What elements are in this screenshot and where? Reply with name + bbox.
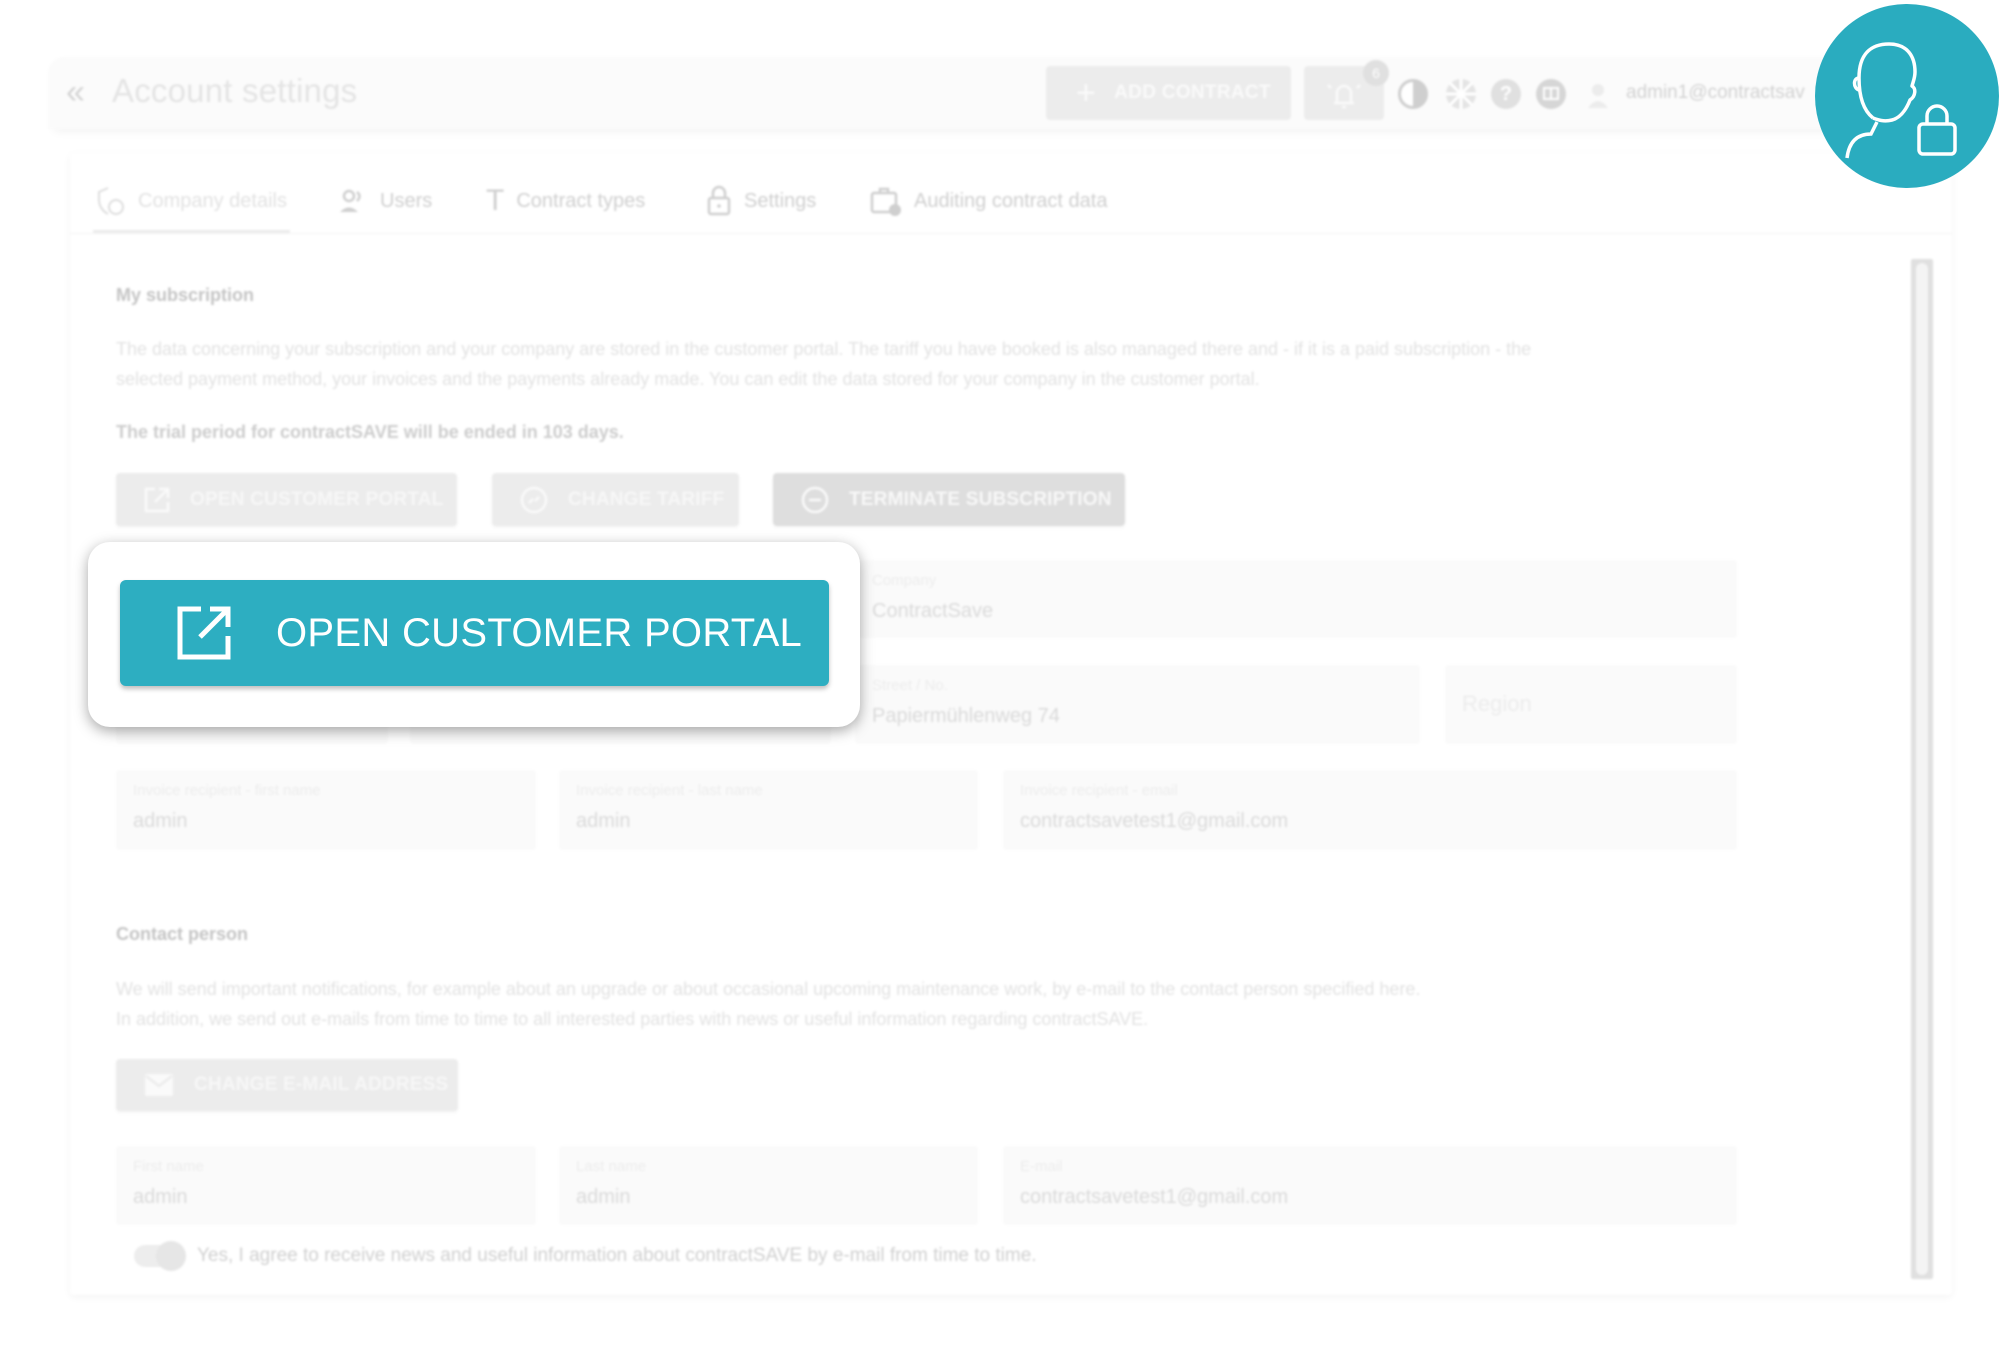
invoice-last-name-field[interactable]: Invoice recipient - last name admin [559,770,978,850]
manual-book-icon[interactable] [1536,79,1566,109]
terminate-subscription-button[interactable]: TERMINATE SUBSCRIPTION [773,473,1125,526]
field-label: E-mail [1020,1158,1063,1175]
tab-label: Contract types [516,189,646,212]
button-label: CHANGE TARIFF [568,488,725,510]
contrast-icon[interactable] [1398,79,1428,109]
change-tariff-button[interactable]: CHANGE TARIFF [492,473,739,526]
tab-label: Users [380,189,433,212]
field-placeholder: Region [1462,691,1532,716]
minus-circle-icon [801,486,829,513]
subscription-description-line1: The data concerning your subscription an… [116,339,1532,359]
field-label: Street / No. [872,677,948,694]
open-customer-portal-highlight-button[interactable]: OPEN CUSTOMER PORTAL [120,580,829,686]
field-label: First name [133,1158,204,1175]
briefcase-clock-icon [870,187,901,216]
button-label: OPEN CUSTOMER PORTAL [276,610,803,655]
button-label: CHANGE E-MAIL ADDRESS [194,1074,449,1095]
user-email[interactable]: admin1@contractsav [1626,82,1805,104]
field-label: Invoice recipient - first name [133,782,321,799]
user-avatar-icon[interactable] [1585,80,1615,110]
language-flag-icon[interactable] [1446,79,1476,109]
shield-icon [98,187,124,215]
contact-email-field[interactable]: E-mail contractsavetest1@gmail.com [1003,1146,1737,1225]
user-lock-badge [1815,4,1999,188]
external-link-icon [177,606,231,660]
tabs-divider [70,233,1952,234]
field-value: Papiermühlenweg 74 [872,705,1060,727]
company-field[interactable]: Company ContractSave [855,560,1737,638]
tab-label: Settings [744,189,817,212]
add-contract-label: ADD CONTRACT [1114,82,1271,103]
text-t-icon: T [486,184,505,217]
external-link-icon [144,487,170,512]
field-label: Company [872,572,937,589]
field-value: admin [133,810,188,832]
field-value: contractsavetest1@gmail.com [1020,810,1289,832]
open-customer-portal-button[interactable]: OPEN CUSTOMER PORTAL [116,473,457,526]
tab-company-details[interactable]: Company details [96,184,287,218]
tab-users[interactable]: Users [338,184,432,218]
toggle-knob [156,1241,186,1271]
scrollbar-thumb[interactable] [1916,263,1928,1275]
page-title: Account settings [112,72,358,109]
user-lock-icon [1845,42,1957,159]
help-icon[interactable]: ? [1491,79,1521,109]
users-icon [340,189,361,212]
field-value: ContractSave [872,600,994,622]
tab-auditing-contract-data[interactable]: Auditing contract data [870,184,1107,218]
plus-icon: + [1076,74,1097,112]
invoice-first-name-field[interactable]: Invoice recipient - first name admin [116,770,536,850]
invoice-email-field[interactable]: Invoice recipient - email contractsavete… [1003,770,1737,850]
swap-circle-icon [520,486,548,513]
contact-last-name-field[interactable]: Last name admin [559,1146,978,1225]
newsletter-toggle[interactable] [134,1241,186,1271]
subscription-title: My subscription [116,285,255,305]
contact-first-name-field[interactable]: First name admin [116,1146,536,1225]
lock-icon [707,185,731,216]
field-value: admin [576,810,631,832]
contact-person-title: Contact person [116,924,249,944]
tab-contract-types[interactable]: T Contract types [486,184,645,218]
notification-count-badge: 6 [1363,60,1389,86]
contact-description-line1: We will send important notifications, fo… [116,979,1421,999]
double-chevron-left-icon[interactable]: « [66,74,85,110]
field-label: Invoice recipient - last name [576,782,763,799]
field-label: Last name [576,1158,647,1175]
street-field[interactable]: Street / No. Papiermühlenweg 74 [855,665,1420,744]
tab-label: Auditing contract data [914,189,1108,212]
contact-description-line2: In addition, we send out e-mails from ti… [116,1009,1149,1029]
envelope-icon [145,1074,173,1096]
button-label: OPEN CUSTOMER PORTAL [190,488,444,510]
newsletter-toggle-label: Yes, I agree to receive news and useful … [197,1245,1037,1266]
field-label: Invoice recipient - email [1020,782,1178,799]
change-email-address-button[interactable]: CHANGE E-MAIL ADDRESS [116,1059,458,1111]
field-value: contractsavetest1@gmail.com [1020,1186,1289,1208]
field-value: admin [133,1186,188,1208]
tab-settings[interactable]: Settings [706,184,816,218]
button-label: TERMINATE SUBSCRIPTION [849,488,1112,510]
subscription-description-line2: selected payment method, your invoices a… [116,369,1260,389]
field-value: admin [576,1186,631,1208]
region-field[interactable]: Region [1445,665,1737,744]
add-contract-button[interactable]: + ADD CONTRACT [1046,66,1291,120]
trial-notice: The trial period for contractSAVE will b… [116,422,624,442]
tab-label: Company details [138,189,287,212]
